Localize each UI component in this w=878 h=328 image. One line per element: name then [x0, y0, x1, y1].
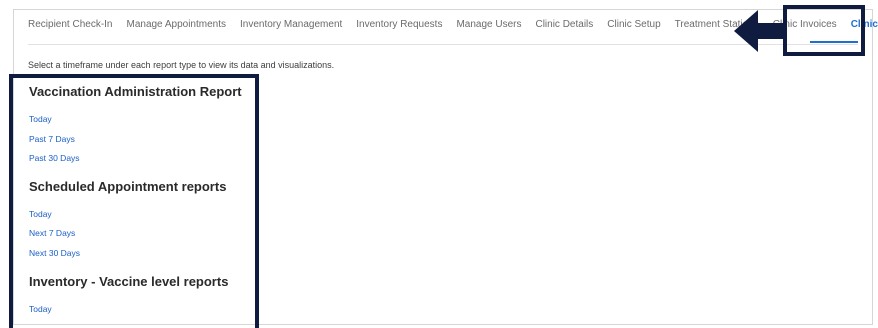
tab-clinic-details[interactable]: Clinic Details	[535, 19, 593, 30]
tab-manage-appointments[interactable]: Manage Appointments	[126, 19, 226, 30]
highlight-box-reports	[9, 74, 259, 328]
tab-clinic-setup[interactable]: Clinic Setup	[607, 19, 660, 30]
tab-inventory-management[interactable]: Inventory Management	[240, 19, 342, 30]
instruction-text: Select a timeframe under each report typ…	[28, 60, 335, 70]
tab-recipient-check-in[interactable]: Recipient Check-In	[28, 19, 112, 30]
tab-inventory-requests[interactable]: Inventory Requests	[356, 19, 442, 30]
pointer-arrow-icon	[734, 10, 786, 52]
tab-manage-users[interactable]: Manage Users	[456, 19, 521, 30]
highlight-box-clinic-data-tab	[783, 5, 865, 56]
